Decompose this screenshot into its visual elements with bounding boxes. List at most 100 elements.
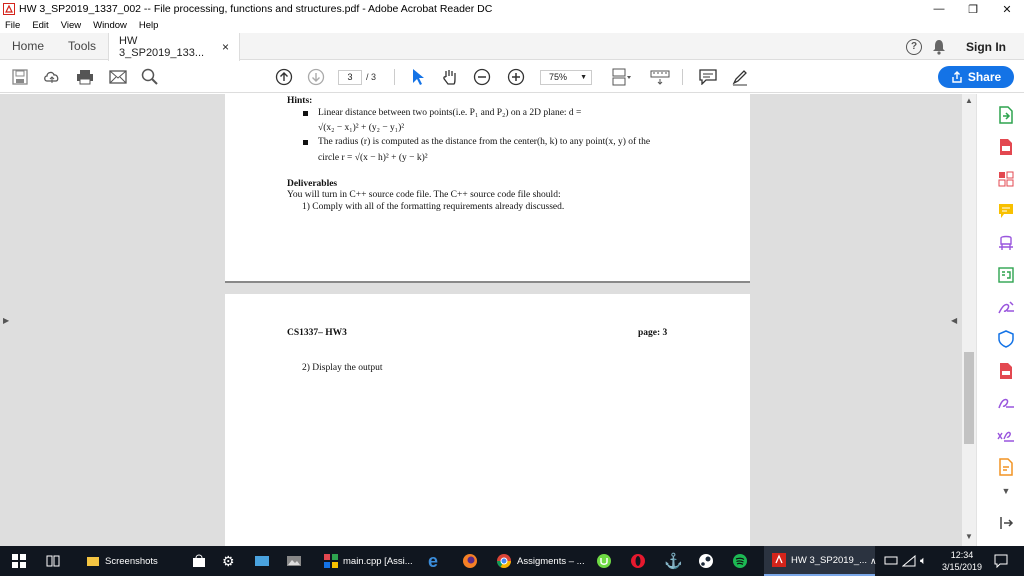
tab-tools[interactable]: Tools <box>56 33 108 60</box>
hand-tool-icon[interactable] <box>440 67 460 87</box>
upwork-icon[interactable] <box>596 546 612 576</box>
comment-icon[interactable] <box>698 67 718 87</box>
menu-file[interactable]: File <box>5 20 20 31</box>
folder-icon <box>87 557 99 566</box>
deliverable-item-1: 1) Comply with all of the formatting req… <box>302 202 565 212</box>
menu-edit[interactable]: Edit <box>32 20 48 31</box>
vertical-scrollbar[interactable]: ▲ ▼ <box>962 94 976 546</box>
opera-icon[interactable] <box>630 546 646 576</box>
collapse-pane-icon[interactable] <box>997 514 1015 532</box>
deliverables-text: You will turn in C++ source code file. T… <box>287 190 561 200</box>
page-header-course: CS1337– HW3 <box>287 328 347 338</box>
zoom-select[interactable]: 75% ▼ <box>540 70 592 85</box>
acrobat-app-icon <box>3 3 15 15</box>
close-tab-icon[interactable]: × <box>222 40 229 54</box>
terminal-app-icon[interactable] <box>254 546 270 576</box>
right-pane-collapse-icon[interactable]: ◀ <box>951 316 957 325</box>
page-number-input[interactable]: 3 <box>338 70 362 85</box>
minimize-button[interactable]: — <box>922 0 956 18</box>
protect-icon[interactable] <box>997 330 1015 348</box>
taskbar-label: Screenshots <box>105 555 158 567</box>
previous-page-icon[interactable] <box>274 67 294 87</box>
share-button[interactable]: Share <box>938 66 1014 88</box>
save-icon[interactable] <box>10 67 30 87</box>
chrome-icon <box>497 554 511 568</box>
highlight-pen-icon[interactable] <box>730 67 750 87</box>
network-icon[interactable] <box>884 546 898 576</box>
windows-start-icon[interactable] <box>12 546 26 576</box>
share-icon <box>952 71 962 83</box>
select-cursor-icon[interactable] <box>408 67 428 87</box>
bullet <box>303 111 308 116</box>
print-icon[interactable] <box>75 67 95 87</box>
system-clock[interactable]: 12:34 3/15/2019 <box>942 549 982 573</box>
notifications-icon[interactable] <box>994 546 1008 576</box>
cloud-upload-icon[interactable] <box>42 67 62 87</box>
firefox-icon[interactable] <box>462 546 478 576</box>
tools-pane: ▼ <box>976 94 1024 546</box>
zoom-in-icon[interactable] <box>506 67 526 87</box>
menu-bar: File Edit View Window Help <box>0 18 1024 32</box>
tab-bar: Home Tools HW 3_SP2019_133... × ? Sign I… <box>0 32 1024 61</box>
tab-home[interactable]: Home <box>0 33 56 60</box>
export-pdf-icon[interactable] <box>997 106 1015 124</box>
print-production-icon[interactable] <box>997 362 1015 380</box>
taskbar-item-maincpp[interactable]: main.cpp [Assi... <box>318 546 419 576</box>
photos-app-icon[interactable] <box>286 546 302 576</box>
tab-document[interactable]: HW 3_SP2019_133... × <box>108 32 241 61</box>
create-pdf-icon[interactable] <box>997 138 1015 156</box>
left-pane-expand-icon[interactable]: ▶ <box>3 316 9 325</box>
document-view[interactable]: Hints: Linear distance between two point… <box>0 94 962 546</box>
store-icon[interactable] <box>192 546 206 576</box>
taskbar-item-acrobat[interactable]: HW 3_SP2019_... <box>764 546 876 576</box>
help-icon[interactable]: ? <box>906 38 922 55</box>
close-window-button[interactable]: ✕ <box>990 0 1024 18</box>
page-total: / 3 <box>366 72 377 82</box>
clock-date: 3/15/2019 <box>941 562 982 572</box>
menu-view[interactable]: View <box>61 20 81 31</box>
volume-icon[interactable]: 🔈︎ <box>920 546 927 576</box>
email-icon[interactable] <box>108 67 128 87</box>
next-page-icon[interactable] <box>306 67 326 87</box>
bullet <box>303 140 308 145</box>
hints-heading: Hints: <box>287 96 313 106</box>
fill-sign-icon[interactable] <box>997 298 1015 316</box>
menu-help[interactable]: Help <box>139 20 159 31</box>
search-icon[interactable] <box>140 67 160 87</box>
more-tools-chevron-icon[interactable]: ▼ <box>997 482 1015 500</box>
taskbar: Screenshots ⚙ main.cpp [Assi... e Assigm… <box>0 546 1024 576</box>
fill-form-icon[interactable] <box>997 426 1015 444</box>
scroll-down-icon[interactable]: ▼ <box>965 532 973 541</box>
taskbar-label: Assigments – ... <box>517 555 585 567</box>
anchor-app-icon[interactable]: ⚓ <box>664 546 683 576</box>
steam-icon[interactable] <box>698 546 714 576</box>
keyboard-icon[interactable] <box>650 67 670 87</box>
send-for-review-icon[interactable] <box>997 234 1015 252</box>
pdf-page-3: CS1337– HW3 page: 3 2) Display the outpu… <box>225 294 750 546</box>
restore-button[interactable]: ❐ <box>956 0 990 18</box>
show-hidden-icons-chevron[interactable]: ∧ <box>870 546 877 576</box>
comment-tool-icon[interactable] <box>997 202 1015 220</box>
bell-icon[interactable] <box>932 39 946 55</box>
edge-browser-icon[interactable]: e <box>428 546 438 576</box>
sign-in-button[interactable]: Sign In <box>966 40 1006 54</box>
spotify-icon[interactable] <box>732 546 748 576</box>
organize-pages-icon[interactable] <box>997 170 1015 188</box>
acrobat-icon <box>772 553 786 567</box>
taskbar-item-assignments[interactable]: Assigments – ... <box>490 546 591 576</box>
wifi-icon[interactable] <box>902 546 916 576</box>
settings-gear-icon[interactable]: ⚙ <box>222 546 235 576</box>
task-view-icon[interactable] <box>46 546 60 576</box>
page-display-icon[interactable] <box>612 67 632 87</box>
scrollbar-thumb[interactable] <box>964 352 974 444</box>
zoom-out-icon[interactable] <box>472 67 492 87</box>
taskbar-item-screenshots[interactable]: Screenshots <box>80 546 164 576</box>
title-bar: HW 3_SP2019_1337_002 -- File processing,… <box>0 0 1024 18</box>
scroll-up-icon[interactable]: ▲ <box>965 96 973 105</box>
toolbar-divider <box>682 69 683 85</box>
scan-ocr-icon[interactable] <box>997 266 1015 284</box>
menu-window[interactable]: Window <box>93 20 127 31</box>
stamp-icon[interactable] <box>997 458 1015 476</box>
sign-icon[interactable] <box>997 394 1015 412</box>
ide-app-icon <box>324 554 338 568</box>
